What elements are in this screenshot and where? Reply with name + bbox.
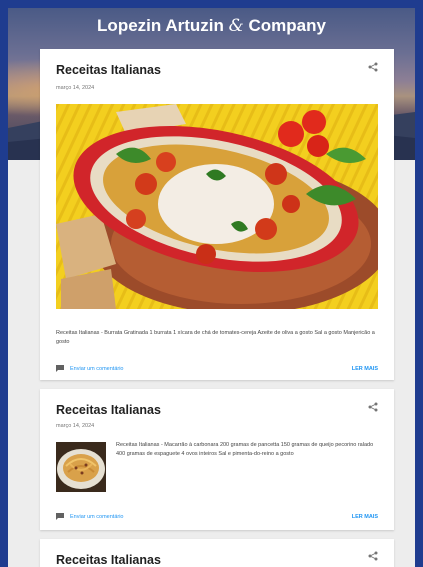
post-card: Receitas Italianas março 14, 2024 Receit… xyxy=(40,49,394,380)
read-more-button[interactable]: LER MAIS xyxy=(352,514,378,520)
share-icon[interactable] xyxy=(368,62,378,72)
comment-link[interactable]: Enviar um comentário xyxy=(56,365,124,372)
post-snippet: Receitas Italianas - Burrata Gratinada 1… xyxy=(56,330,375,345)
share-icon[interactable] xyxy=(368,402,378,412)
share-icon[interactable] xyxy=(368,551,378,561)
post-snippet: Receitas Italianas - Macarrão à carbonar… xyxy=(116,442,374,457)
post-date: março 14, 2024 xyxy=(56,423,95,429)
comment-icon xyxy=(56,513,64,520)
post-title[interactable]: Receitas Italianas xyxy=(56,63,161,77)
comment-icon xyxy=(56,365,64,372)
post-date: março 14, 2024 xyxy=(56,85,95,91)
post-card: Receitas Italianas março 14, 2024 Receit… xyxy=(40,389,394,530)
post-card: Receitas Italianas xyxy=(40,539,394,567)
comment-label: Enviar um comentário xyxy=(70,513,124,520)
blog-page: Lopezin Artuzin & Company Receitas Itali… xyxy=(8,8,415,567)
comment-link[interactable]: Enviar um comentário xyxy=(56,513,124,520)
carbonara-thumbnail[interactable] xyxy=(56,442,106,492)
post-title[interactable]: Receitas Italianas xyxy=(56,403,161,417)
post-title[interactable]: Receitas Italianas xyxy=(56,553,161,567)
burrata-dish-image[interactable] xyxy=(56,104,378,309)
read-more-button[interactable]: LER MAIS xyxy=(352,366,378,372)
site-title[interactable]: Lopezin Artuzin & Company xyxy=(8,16,415,36)
comment-label: Enviar um comentário xyxy=(70,365,124,372)
